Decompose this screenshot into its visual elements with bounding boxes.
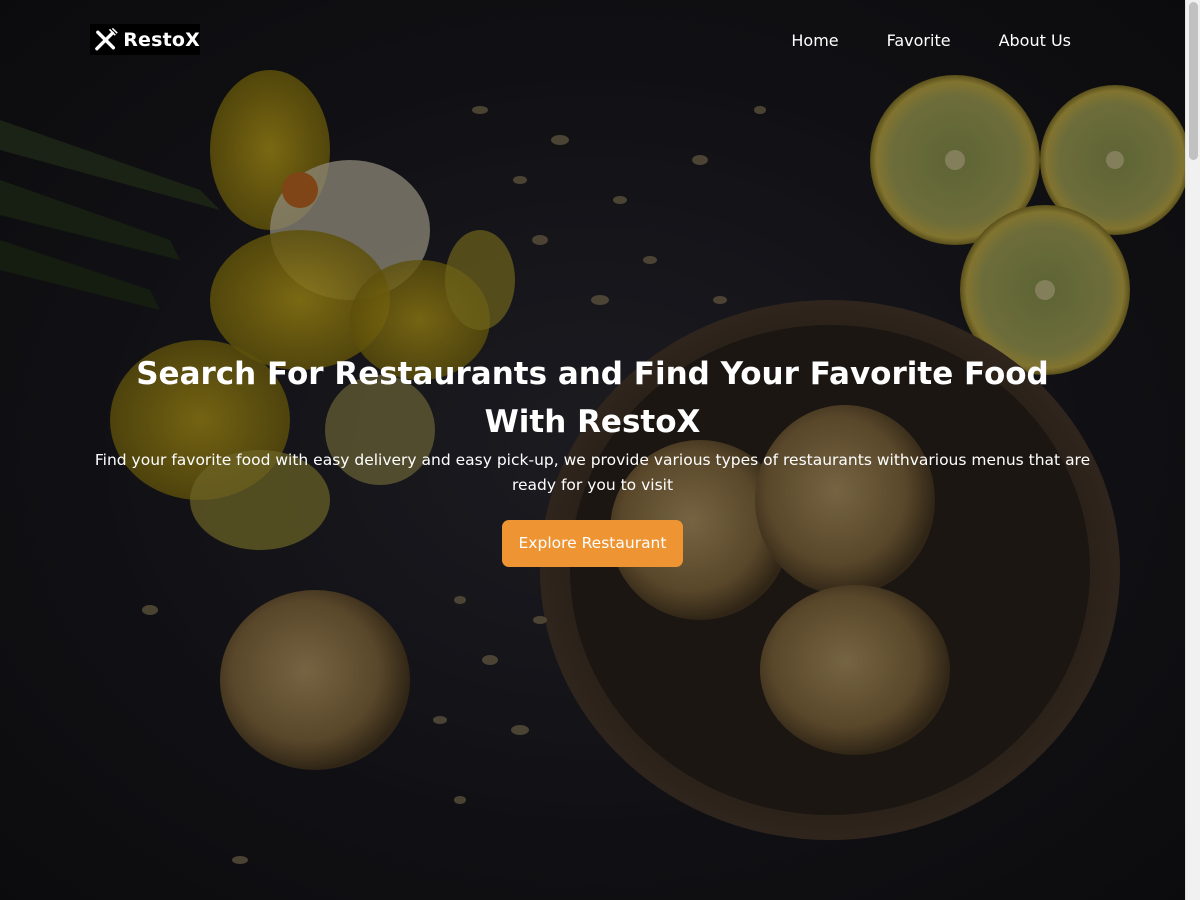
nav-favorite[interactable]: Favorite [887,31,951,50]
nav-home[interactable]: Home [791,31,838,50]
hero-title: Search For Restaurants and Find Your Fav… [136,356,1049,440]
nav-links: Home Favorite About Us [743,31,1071,50]
brand-logo[interactable]: RestoX [90,24,200,55]
hero-subtitle: Find your favorite food with easy delive… [94,451,1091,494]
hero-section: RestoX Home Favorite About Us Search For… [0,0,1185,900]
navbar: RestoX Home Favorite About Us [0,0,1185,84]
vertical-scrollbar[interactable] [1185,0,1200,900]
explore-restaurant-button[interactable]: Explore Restaurant [502,520,683,567]
scrollbar-thumb[interactable] [1189,2,1198,160]
brand-name: RestoX [123,28,200,51]
nav-about-us[interactable]: About Us [999,31,1071,50]
hero-content: Search For Restaurants and Find Your Fav… [0,350,1185,567]
fork-knife-icon [95,27,118,50]
